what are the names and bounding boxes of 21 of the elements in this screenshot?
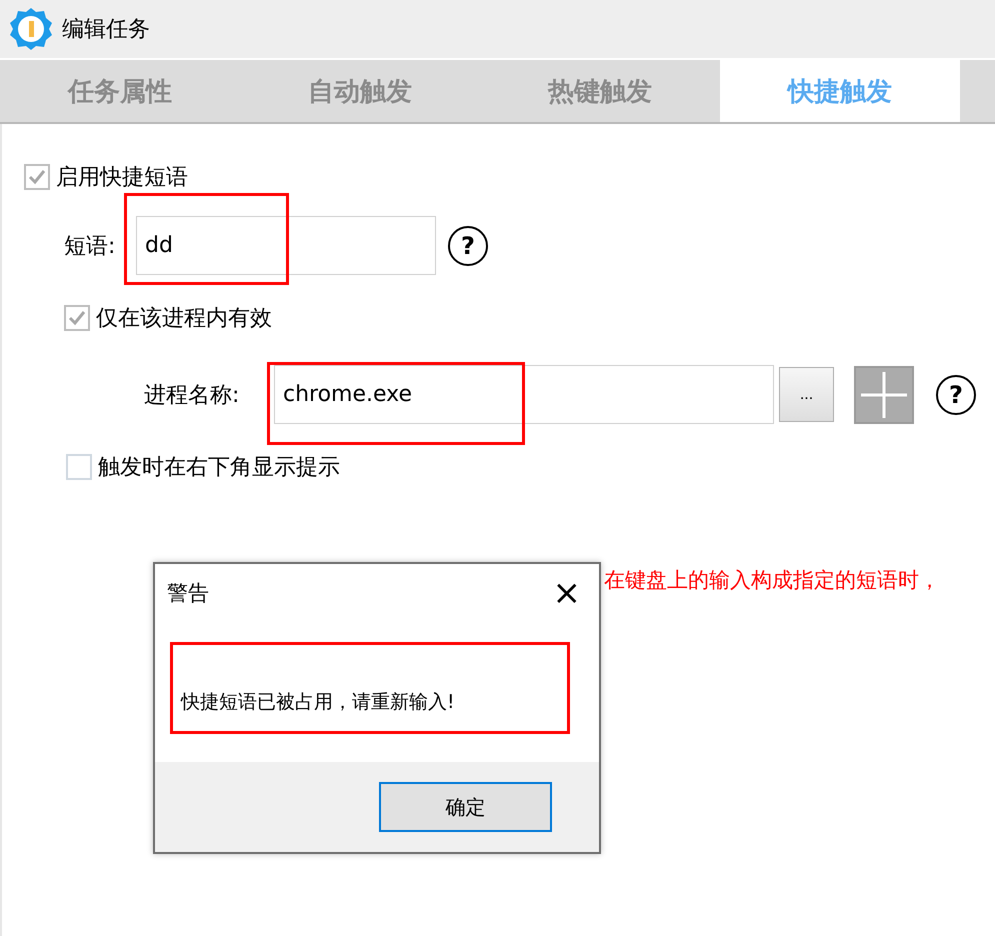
- field-label: 短语:: [64, 232, 116, 260]
- checkmark-icon: [28, 169, 46, 185]
- checkbox-label: 启用快捷短语: [56, 164, 188, 192]
- checkmark-icon: [68, 310, 86, 326]
- field-label: 进程名称:: [144, 382, 240, 410]
- gear-icon: [8, 6, 54, 52]
- note-text: 在键盘上的输入构成指定的短语时，: [604, 567, 940, 594]
- ok-button[interactable]: 确定: [379, 782, 552, 832]
- checkbox-label: 触发时在右下角显示提示: [98, 454, 340, 482]
- help-icon[interactable]: ?: [936, 374, 976, 414]
- checkbox-label: 仅在该进程内有效: [96, 305, 272, 333]
- help-icon[interactable]: ?: [448, 226, 488, 266]
- add-button[interactable]: [854, 366, 914, 424]
- dialog-message: 快捷短语已被占用，请重新输入!: [181, 690, 455, 715]
- phrase-field[interactable]: dd: [136, 216, 436, 275]
- browse-button[interactable]: ...: [779, 367, 834, 422]
- checkbox[interactable]: [66, 454, 92, 480]
- process-field[interactable]: chrome.exe: [274, 365, 774, 424]
- window-title: 编辑任务: [62, 16, 150, 44]
- close-button[interactable]: ×: [548, 576, 585, 610]
- dialog-title: 警告: [167, 580, 209, 607]
